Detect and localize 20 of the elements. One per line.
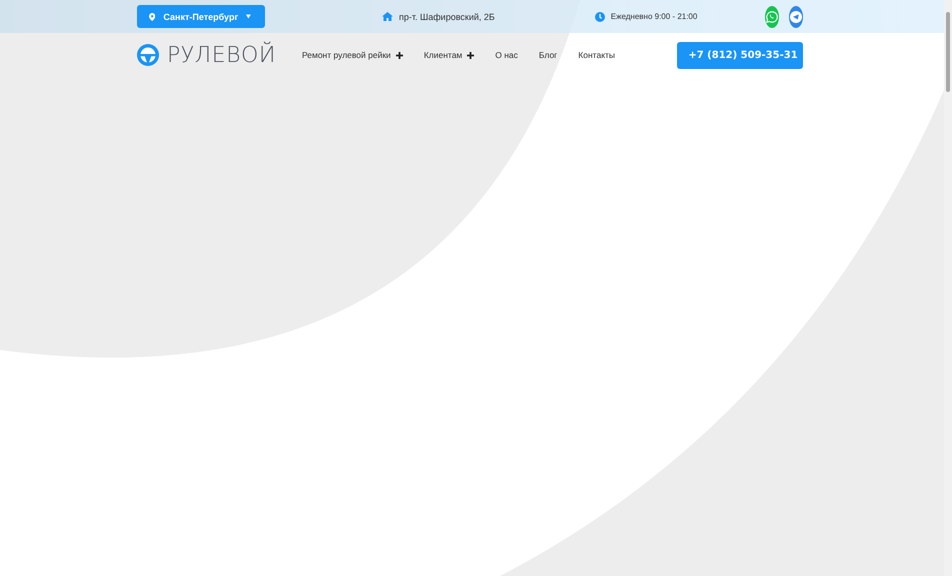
plus-icon — [467, 52, 474, 58]
scrollbar[interactable] — [944, 0, 952, 576]
working-hours-text: Ежедневно 9:00 - 21:00 — [610, 12, 698, 21]
address-text: пр-т. Шафировский, 2Б — [399, 12, 495, 22]
nav-link[interactable]: Ремонт рулевой рейки — [302, 50, 403, 60]
nav-link[interactable]: Контакты — [578, 50, 616, 60]
home-icon — [382, 12, 393, 21]
clock-icon — [594, 12, 605, 22]
telegram-button[interactable] — [789, 6, 803, 28]
nav-link[interactable]: Клиентам — [424, 50, 474, 60]
plus-icon — [396, 52, 403, 58]
chat-phone-icon — [766, 10, 778, 22]
logo-text[interactable]: РУЛЕВОЙ — [167, 42, 276, 68]
steering-wheel-icon — [137, 44, 159, 66]
caret-icon — [246, 14, 251, 19]
paper-plane-icon — [790, 10, 802, 22]
location-pin-icon — [149, 12, 156, 22]
nav-link[interactable]: Блог — [538, 50, 558, 60]
whatsapp-button[interactable] — [765, 6, 780, 28]
nav-link[interactable]: О нас — [495, 50, 518, 60]
